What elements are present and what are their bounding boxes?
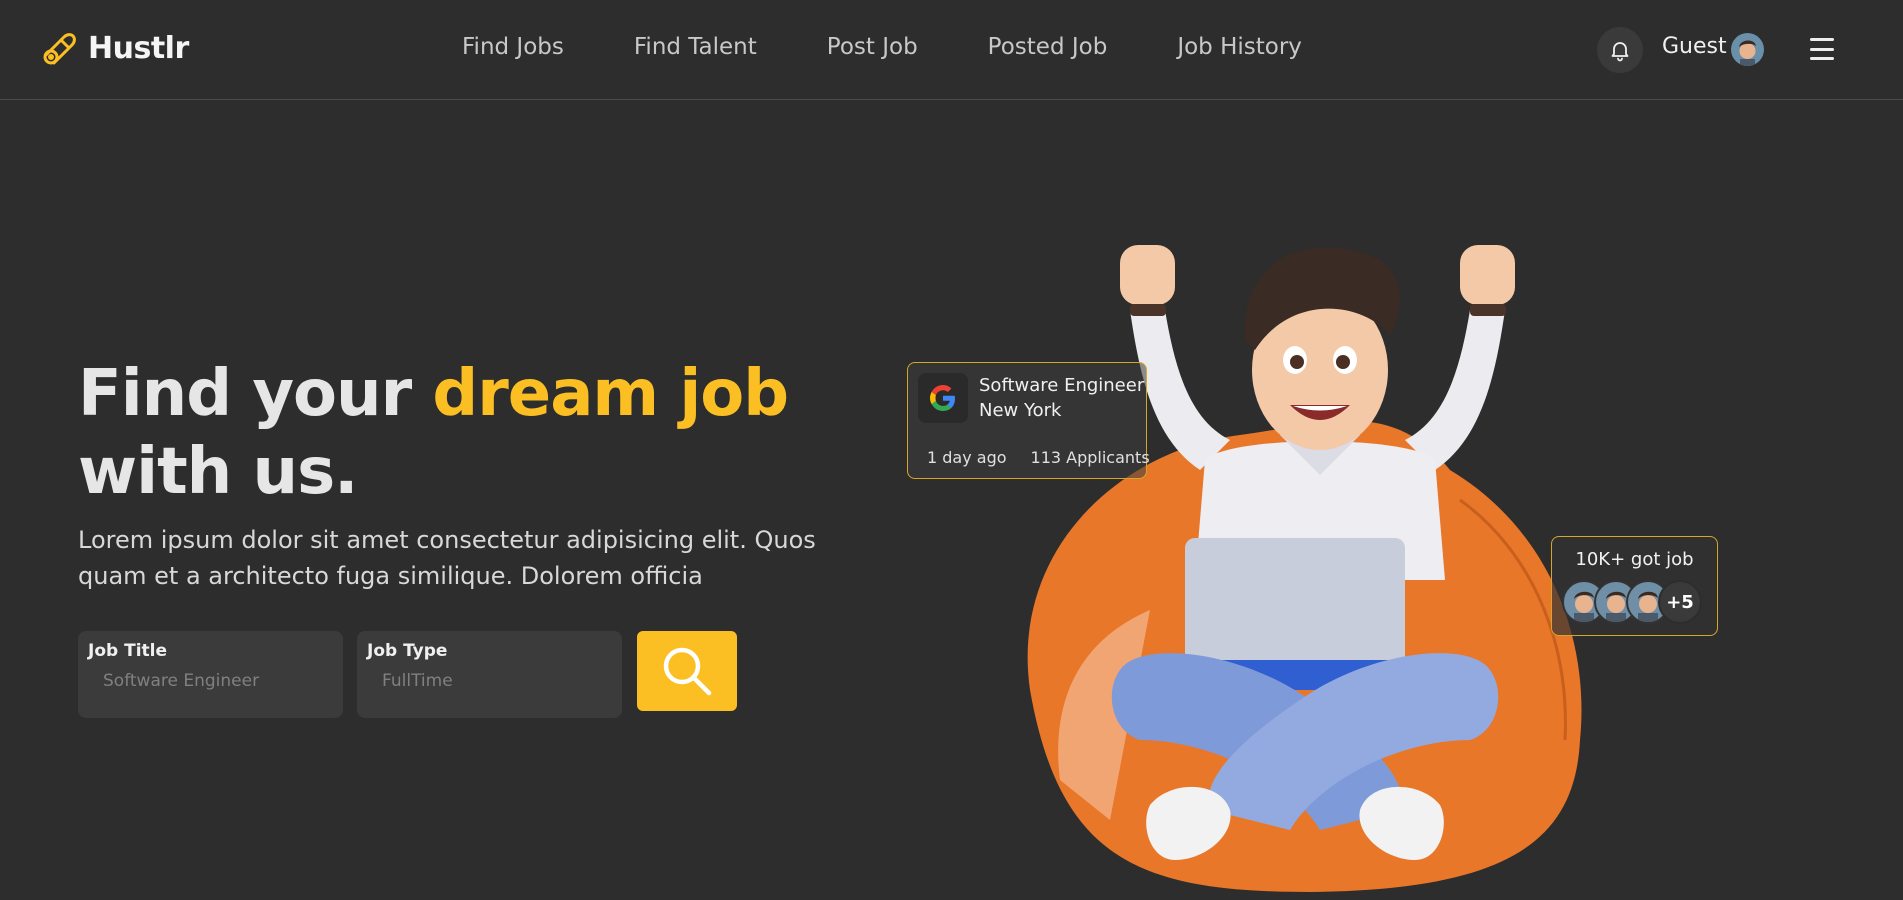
hamburger-menu-icon[interactable] xyxy=(1810,38,1834,60)
featured-job-card[interactable]: Software Engineer New York 1 day ago 113 … xyxy=(907,362,1150,479)
search-button[interactable] xyxy=(637,631,737,711)
search-icon xyxy=(663,647,712,696)
rocket-logo-icon xyxy=(43,33,76,65)
got-job-avatars: +5 xyxy=(1562,580,1702,624)
job-card-title: Software Engineer New York xyxy=(979,373,1144,423)
got-job-label: 10K+ got job xyxy=(1575,549,1694,570)
notifications-button[interactable] xyxy=(1597,27,1643,73)
hero-character-illustration xyxy=(1027,245,1582,892)
job-card-applicants: 113 Applicants xyxy=(1030,448,1150,467)
job-card-role: Software Engineer xyxy=(979,375,1145,396)
job-title-field: Job Title xyxy=(78,631,343,718)
bell-icon xyxy=(1611,42,1629,62)
got-job-card: 10K+ got job +5 xyxy=(1551,536,1718,636)
hero-title-highlight: dream job xyxy=(432,357,789,431)
nav-post-job[interactable]: Post Job xyxy=(827,34,918,60)
job-type-input[interactable] xyxy=(382,671,602,691)
hero-title-start: Find your xyxy=(78,357,433,431)
top-navbar: Hustlr Find Jobs Find Talent Post Job Po… xyxy=(0,0,1903,100)
nav-find-jobs[interactable]: Find Jobs xyxy=(462,34,564,60)
hero-title: Find your dream job with us. xyxy=(78,355,878,511)
main-nav: Find Jobs Find Talent Post Job Posted Jo… xyxy=(462,34,1302,60)
job-title-input[interactable] xyxy=(103,671,323,691)
nav-posted-job[interactable]: Posted Job xyxy=(988,34,1108,60)
nav-job-history[interactable]: Job History xyxy=(1177,34,1302,60)
user-name[interactable]: Guest xyxy=(1662,34,1727,59)
google-logo-icon xyxy=(918,373,968,423)
more-count-badge: +5 xyxy=(1658,580,1702,624)
brand-name: Hustlr xyxy=(88,30,189,66)
hero-description: Lorem ipsum dolor sit amet consectetur a… xyxy=(78,526,816,590)
job-card-location: New York xyxy=(979,400,1062,421)
job-type-field: Job Type xyxy=(357,631,622,718)
job-card-posted: 1 day ago xyxy=(927,448,1007,467)
nav-find-talent[interactable]: Find Talent xyxy=(634,34,757,60)
job-card-meta: 1 day ago 113 Applicants xyxy=(927,448,1150,467)
job-title-label: Job Title xyxy=(88,641,167,661)
brand-logo[interactable]: Hustlr xyxy=(40,30,189,66)
job-type-label: Job Type xyxy=(367,641,448,661)
avatar-face-icon xyxy=(1739,40,1756,66)
hero-title-end: with us. xyxy=(78,435,358,509)
user-avatar[interactable] xyxy=(1731,33,1764,66)
